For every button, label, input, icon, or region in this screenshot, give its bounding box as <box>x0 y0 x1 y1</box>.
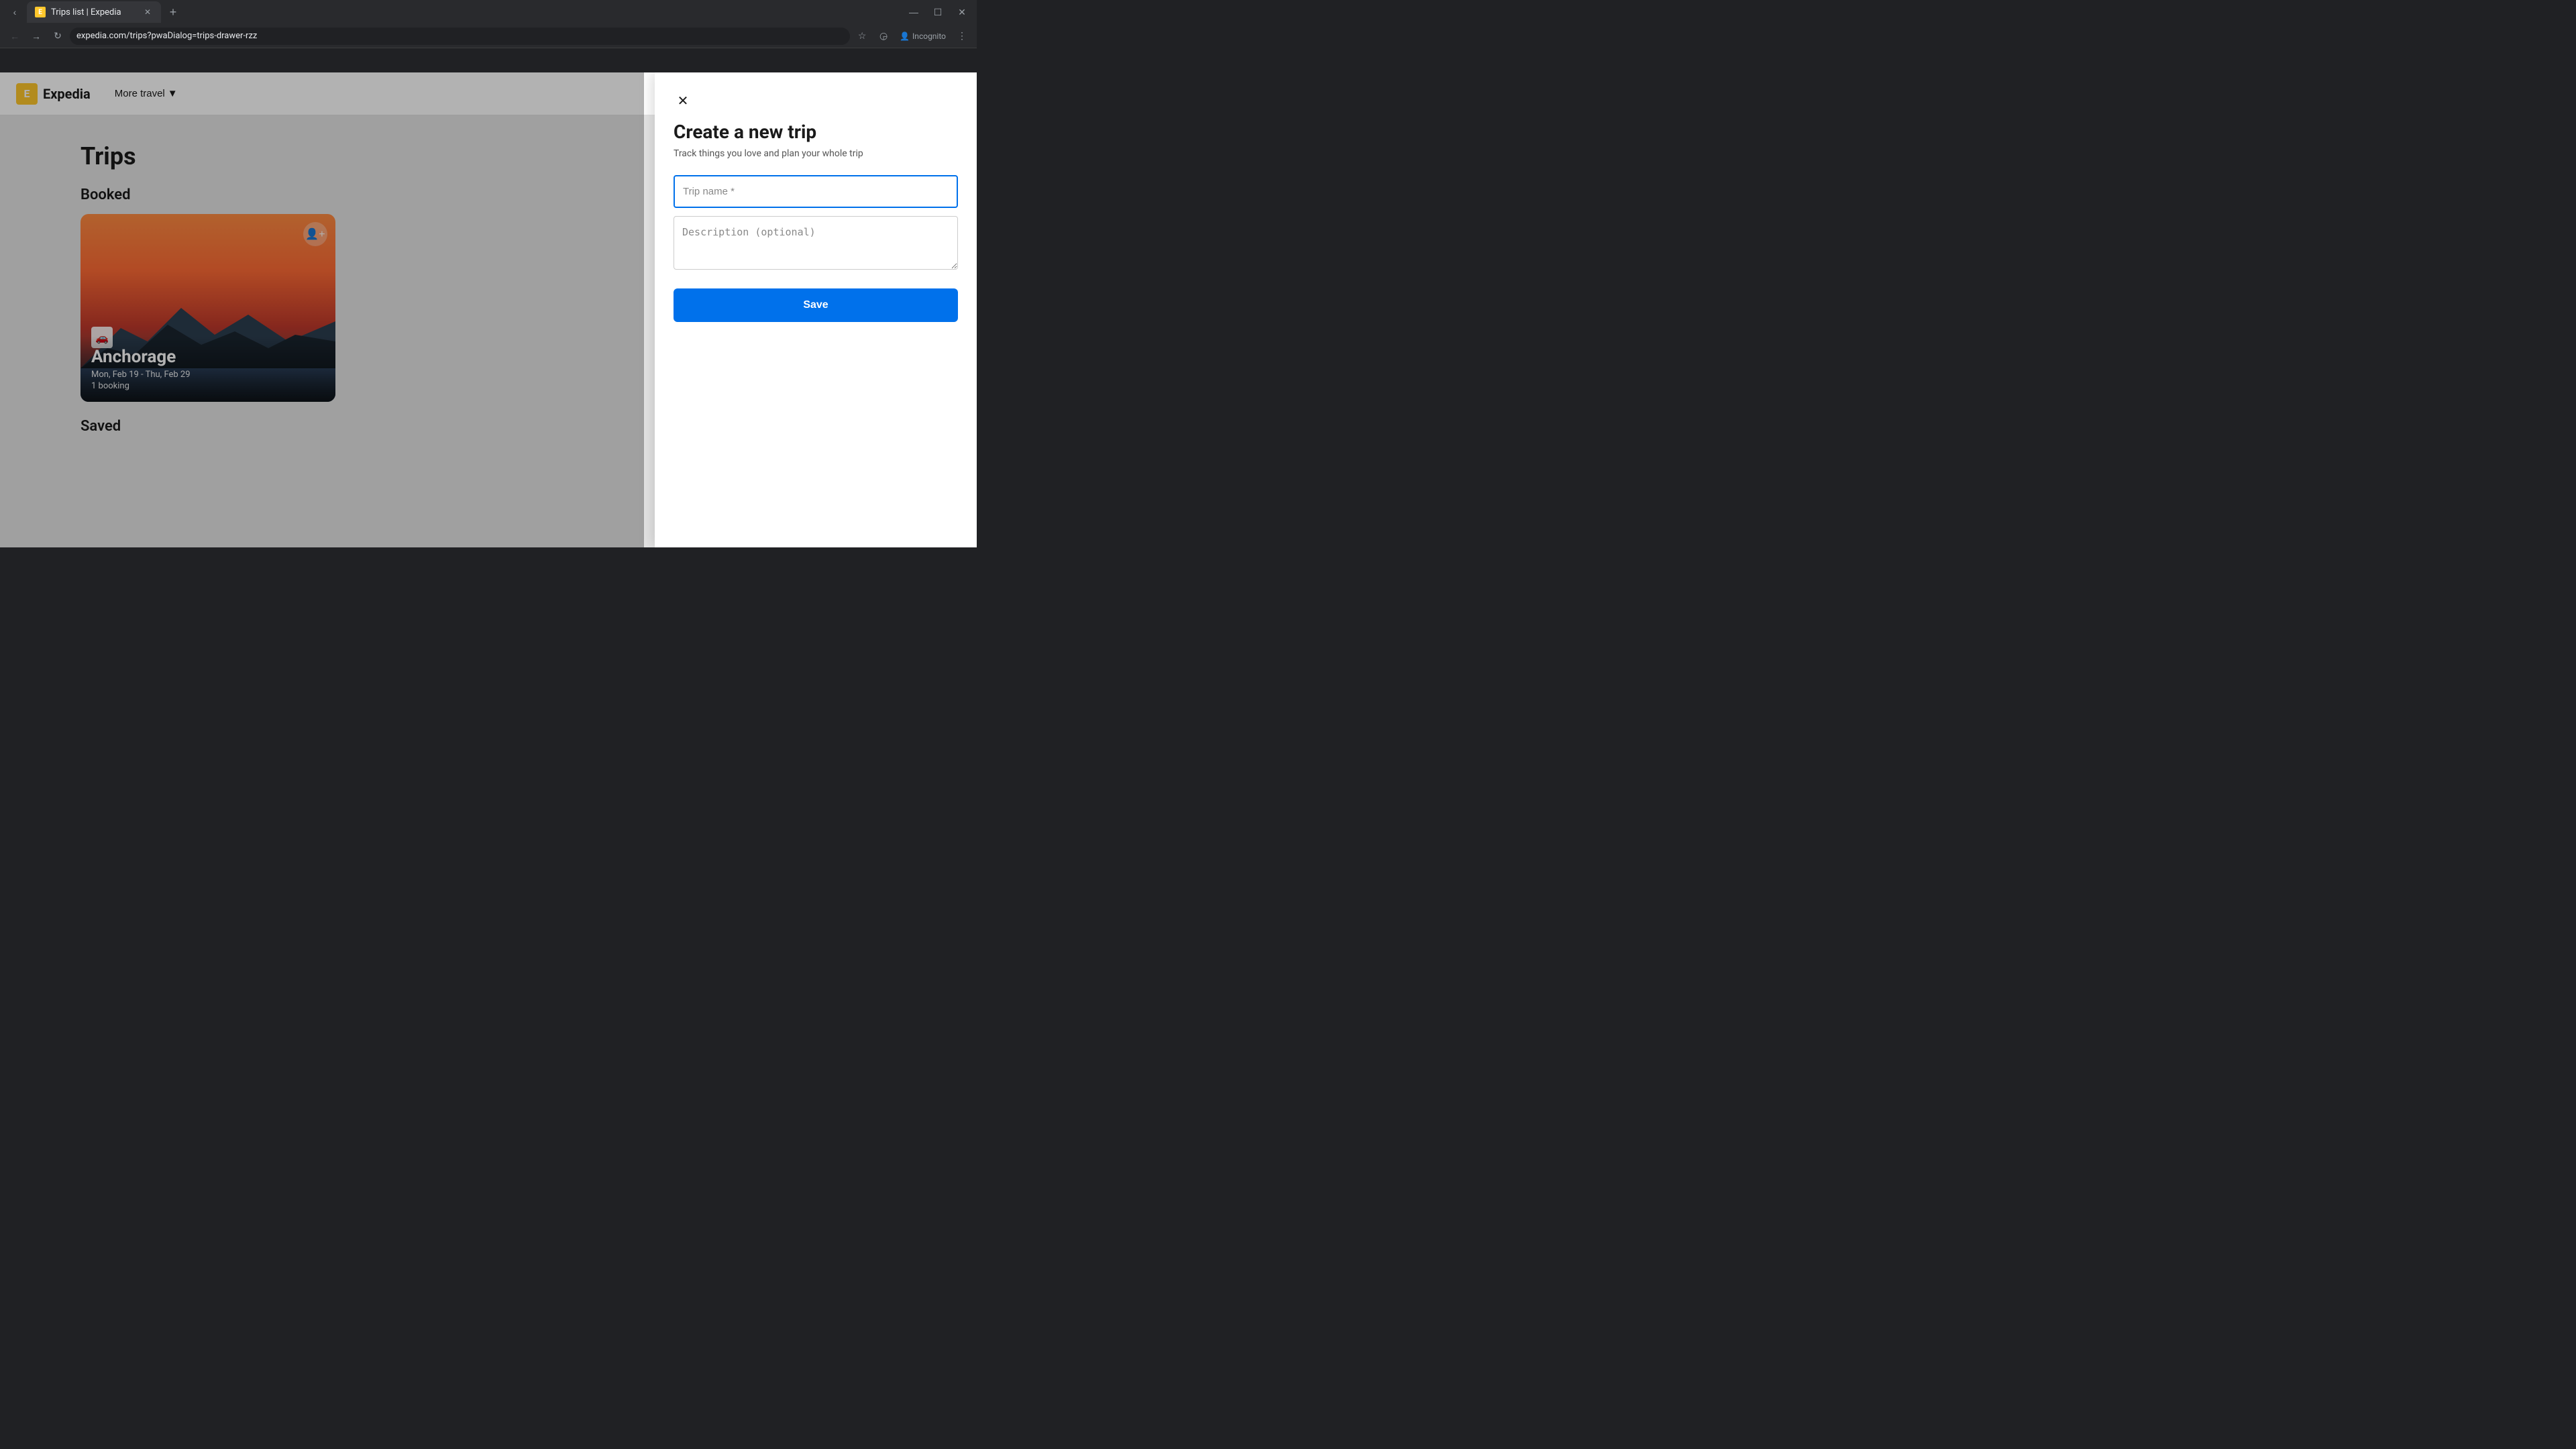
active-tab[interactable]: E Trips list | Expedia ✕ <box>27 1 161 23</box>
create-trip-drawer: ✕ Create a new trip Track things you lov… <box>655 72 977 547</box>
description-input[interactable] <box>674 216 958 270</box>
background-overlay <box>0 72 644 547</box>
tab-favicon: E <box>35 7 46 17</box>
tab-chevron-left[interactable]: ‹ <box>5 3 24 21</box>
minimize-button[interactable]: — <box>904 3 923 21</box>
tab-close-button[interactable]: ✕ <box>142 7 153 17</box>
url-text: expedia.com/trips?pwaDialog=trips-drawer… <box>76 31 257 41</box>
address-bar: ← → ↻ expedia.com/trips?pwaDialog=trips-… <box>0 24 977 48</box>
trip-name-field <box>674 175 958 208</box>
drawer-title: Create a new trip <box>674 121 958 143</box>
trip-name-input[interactable] <box>674 175 958 208</box>
drawer-subtitle: Track things you love and plan your whol… <box>674 148 958 159</box>
save-button[interactable]: Save <box>674 288 958 322</box>
close-icon: ✕ <box>678 93 689 109</box>
page-content: E Expedia More travel ▼ ⇣ Get the app 🌐 … <box>0 72 977 547</box>
incognito-badge: 👤 Incognito <box>896 32 950 41</box>
tab-title: Trips list | Expedia <box>51 7 121 17</box>
drawer-close-button[interactable]: ✕ <box>671 89 695 113</box>
forward-button[interactable]: → <box>27 27 46 46</box>
menu-button[interactable]: ⋮ <box>953 27 971 46</box>
url-bar[interactable]: expedia.com/trips?pwaDialog=trips-drawer… <box>70 28 850 45</box>
window-controls: — ☐ ✕ <box>904 3 971 21</box>
back-button[interactable]: ← <box>5 27 24 46</box>
close-button[interactable]: ✕ <box>953 3 971 21</box>
reload-button[interactable]: ↻ <box>48 27 67 46</box>
new-tab-button[interactable]: + <box>164 3 182 21</box>
browser-chrome: ‹ E Trips list | Expedia ✕ + — ☐ ✕ ← → ↻… <box>0 0 977 48</box>
description-field <box>674 216 958 272</box>
address-bar-right: ☆ ◶ 👤 Incognito ⋮ <box>853 27 971 46</box>
bookmark-button[interactable]: ☆ <box>853 27 871 46</box>
maximize-button[interactable]: ☐ <box>928 3 947 21</box>
incognito-label: Incognito <box>912 32 946 41</box>
tab-bar: ‹ E Trips list | Expedia ✕ + — ☐ ✕ <box>0 0 977 24</box>
split-screen-button[interactable]: ◶ <box>874 27 893 46</box>
